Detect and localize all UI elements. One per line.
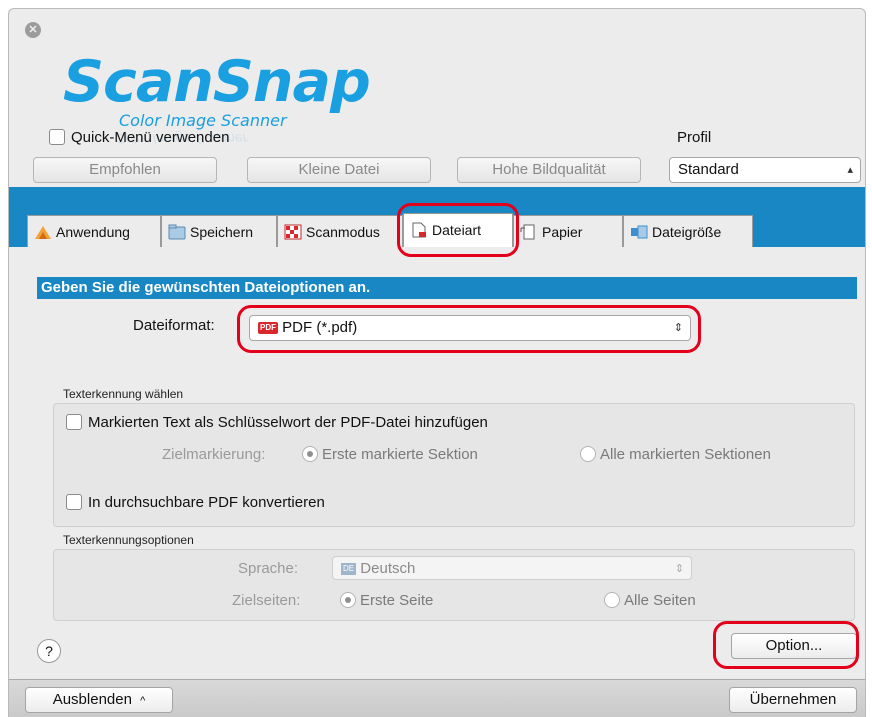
tab-label: Scanmodus — [306, 224, 380, 240]
ocr-section-title: Texterkennung wählen — [63, 387, 184, 401]
tab-label: Anwendung — [56, 224, 130, 240]
language-select[interactable]: DE Deutsch ⇕ — [332, 556, 692, 580]
tab-label: Papier — [542, 224, 583, 240]
quick-menu-checkbox[interactable]: Quick-Menü verwenden — [49, 129, 229, 146]
language-flag-icon: DE — [341, 563, 357, 575]
tab-save[interactable]: Speichern — [161, 215, 277, 247]
ocr-options-section: Sprache: DE Deutsch ⇕ Zielseiten: Erste … — [53, 549, 855, 621]
scansnap-settings-window: ✕ ScanSnap Color Image Scanner Color Ima… — [8, 8, 866, 717]
panel-heading: Geben Sie die gewünschten Dateioptionen … — [37, 277, 857, 299]
select-arrows-icon: ⇕ — [674, 563, 684, 575]
target-first-label: Erste markierte Sektion — [322, 446, 478, 463]
select-arrows-icon: ▴ — [847, 164, 853, 176]
profile-label: Profil — [677, 129, 712, 146]
ocr-options-title: Texterkennungsoptionen — [63, 533, 194, 547]
tab-scan-mode[interactable]: Scanmodus — [277, 215, 403, 247]
profile-value: Standard — [678, 161, 739, 178]
close-icon[interactable]: ✕ — [25, 22, 41, 38]
bottom-bar: Ausblenden ^ Übernehmen — [9, 679, 865, 717]
pages-all-radio[interactable]: Alle Seiten — [604, 592, 696, 609]
highlight-option-button — [713, 621, 859, 669]
help-button[interactable]: ? — [37, 639, 61, 663]
radio-button[interactable] — [580, 446, 596, 462]
target-all-radio[interactable]: Alle markierten Sektionen — [580, 446, 771, 463]
target-first-radio[interactable]: Erste markierte Sektion — [302, 446, 478, 463]
tab-file-size[interactable]: Dateigröße — [623, 215, 753, 247]
radio-button[interactable] — [604, 592, 620, 608]
preset-recommended-button[interactable]: Empfohlen — [33, 157, 217, 183]
scan-mode-icon — [284, 224, 302, 240]
target-all-label: Alle markierten Sektionen — [600, 446, 771, 463]
target-label: Zielmarkierung: — [162, 446, 266, 463]
tab-paper[interactable]: Papier — [513, 215, 623, 247]
checkbox-box[interactable] — [66, 494, 82, 510]
hide-button[interactable]: Ausblenden ^ — [25, 687, 173, 713]
profile-select[interactable]: Standard ▴ — [669, 157, 861, 183]
language-label: Sprache: — [238, 560, 299, 577]
checkbox-box[interactable] — [66, 414, 82, 430]
tab-label: Dateigröße — [652, 224, 722, 240]
chevron-up-icon: ^ — [140, 695, 146, 707]
radio-button[interactable] — [340, 592, 356, 608]
pages-all-label: Alle Seiten — [624, 592, 696, 609]
logo-wordmark: ScanSnap — [63, 49, 371, 115]
pages-first-label: Erste Seite — [360, 592, 434, 609]
preset-high-quality-button[interactable]: Hohe Bildqualität — [457, 157, 641, 183]
scansnap-logo: ScanSnap Color Image Scanner Color Image… — [55, 49, 475, 147]
application-icon — [35, 226, 51, 239]
keyword-checkbox-label: Markierten Text als Schlüsselwort der PD… — [88, 414, 488, 431]
logo-subtitle: Color Image Scanner — [119, 111, 287, 130]
folder-icon — [168, 224, 186, 240]
tab-label: Speichern — [190, 224, 254, 240]
highlight-file-format — [237, 305, 701, 353]
hide-button-label: Ausblenden — [52, 691, 132, 708]
searchable-pdf-checkbox[interactable]: In durchsuchbare PDF konvertieren — [66, 494, 325, 511]
keyword-checkbox[interactable]: Markierten Text als Schlüsselwort der PD… — [66, 414, 488, 431]
radio-button[interactable] — [302, 446, 318, 462]
paper-icon — [520, 224, 535, 240]
quick-menu-label: Quick-Menü verwenden — [71, 129, 230, 146]
ocr-section: Markierten Text als Schlüsselwort der PD… — [53, 403, 855, 527]
language-value: Deutsch — [360, 560, 416, 577]
pages-first-radio[interactable]: Erste Seite — [340, 592, 433, 609]
file-format-label: Dateiformat: — [133, 317, 215, 334]
searchable-pdf-label: In durchsuchbare PDF konvertieren — [88, 494, 325, 511]
highlight-tab-file-type — [397, 203, 519, 257]
file-size-icon — [631, 225, 648, 239]
preset-small-file-button[interactable]: Kleine Datei — [247, 157, 431, 183]
pages-label: Zielseiten: — [232, 592, 301, 609]
tab-application[interactable]: Anwendung — [27, 215, 161, 247]
apply-button[interactable]: Übernehmen — [729, 687, 857, 713]
checkbox-box[interactable] — [49, 129, 65, 145]
